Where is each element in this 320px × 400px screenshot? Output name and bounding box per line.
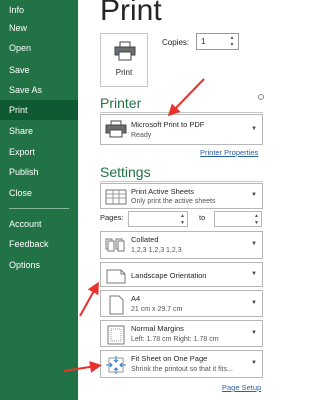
arrow-to-printer (167, 78, 205, 117)
arrow-to-scaling (63, 360, 102, 373)
annotation-arrows (63, 78, 205, 373)
arrow-to-orientation (79, 281, 99, 317)
